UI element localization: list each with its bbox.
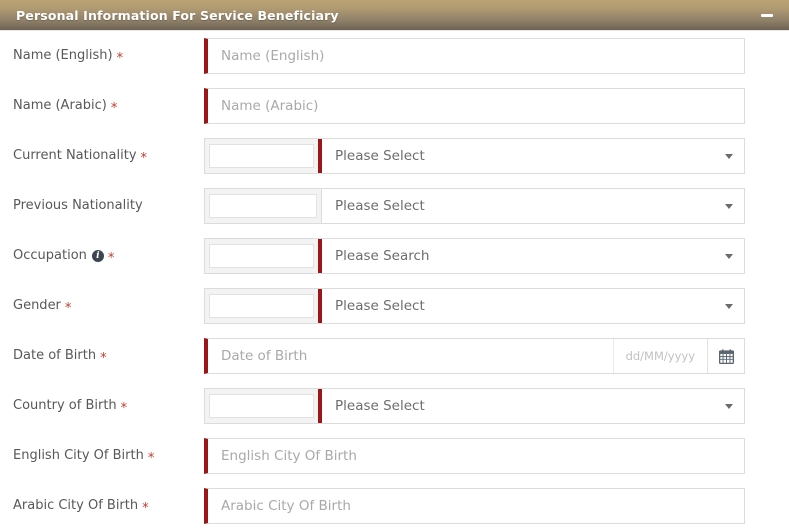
combo-current-nationality: Please Select	[204, 138, 745, 174]
page-title: Personal Information For Service Benefic…	[16, 7, 339, 23]
field-label-text: Previous Nationality	[13, 198, 143, 213]
select-current-nationality[interactable]: Please Select	[322, 139, 744, 173]
text-input-arabic-city-of-birth[interactable]: Arabic City Of Birth	[204, 488, 745, 524]
field-label-text: Country of Birth	[13, 398, 117, 413]
date-input-date-of-birth[interactable]: Date of Birth	[208, 339, 613, 373]
chevron-down-icon	[725, 303, 733, 309]
input-placeholder: English City Of Birth	[221, 448, 357, 464]
date-format-hint: dd/MM/yyyy	[612, 339, 707, 373]
select-occupation[interactable]: Please Search	[322, 239, 744, 273]
form-body: Name (English) * Name (English) Name (Arabi…	[0, 31, 789, 531]
text-input-english-city-of-birth[interactable]: English City Of Birth	[204, 438, 745, 474]
chevron-down-icon	[725, 253, 733, 259]
chevron-down-icon	[725, 403, 733, 409]
field-control-current-nationality: Please Select	[204, 138, 745, 174]
required-marker: *	[64, 300, 72, 316]
form-row: Arabic City Of Birth * Arabic City Of Birt…	[0, 481, 789, 531]
personal-information-panel: Personal Information For Service Benefic…	[0, 0, 789, 531]
select-country-of-birth[interactable]: Please Select	[322, 389, 744, 423]
form-row: Name (Arabic) * Name (Arabic)	[0, 81, 789, 131]
field-control-country-of-birth: Please Select	[204, 388, 745, 424]
field-control-arabic-city-of-birth: Arabic City Of Birth	[204, 488, 745, 524]
select-value: Please Select	[335, 148, 425, 164]
field-control-occupation: Please Search	[204, 238, 745, 274]
required-marker: *	[120, 400, 128, 416]
combo-prefix-current-nationality	[205, 139, 322, 173]
info-icon[interactable]: i	[91, 250, 104, 262]
text-input-name-arabic[interactable]: Name (Arabic)	[204, 88, 745, 124]
field-label-text: Gender	[13, 298, 61, 313]
select-previous-nationality[interactable]: Please Select	[322, 189, 744, 223]
required-marker: *	[142, 500, 149, 516]
field-label-text: Date of Birth	[13, 348, 97, 363]
form-row: Country of Birth * Please Select	[0, 381, 789, 431]
field-label-previous-nationality: Previous Nationality	[0, 198, 204, 214]
field-label-current-nationality: Current Nationality *	[0, 148, 204, 166]
required-marker: *	[147, 450, 155, 466]
field-control-date-of-birth: Date of Birth dd/MM/yyyy	[204, 338, 745, 374]
field-control-name-arabic: Name (Arabic)	[204, 88, 745, 124]
panel-header: Personal Information For Service Benefic…	[0, 0, 789, 31]
chevron-down-icon	[725, 203, 733, 209]
select-value: Please Search	[335, 248, 430, 264]
minimize-icon[interactable]	[759, 7, 775, 23]
combo-prefix-input-current-nationality[interactable]	[209, 144, 314, 168]
field-label-occupation: Occupation i *	[0, 248, 204, 266]
field-label-text: Current Nationality	[13, 148, 137, 163]
combo-prefix-input-occupation[interactable]	[209, 244, 314, 268]
field-label-text: Occupation	[13, 248, 87, 263]
combo-prefix-input-previous-nationality[interactable]	[209, 194, 317, 218]
required-marker: *	[107, 250, 115, 266]
input-placeholder: Arabic City Of Birth	[221, 498, 351, 514]
form-row: Date of Birth * Date of Birth dd/MM/yyyy	[0, 331, 789, 381]
select-value: Please Select	[335, 298, 425, 314]
field-label-text: English City Of Birth	[13, 448, 144, 463]
field-label-text: Name (Arabic)	[13, 98, 107, 113]
form-row: Occupation i * Please Search	[0, 231, 789, 281]
field-control-previous-nationality: Please Select	[204, 188, 745, 224]
required-marker: *	[110, 100, 118, 116]
combo-prefix-input-gender[interactable]	[209, 294, 314, 318]
field-label-arabic-city-of-birth: Arabic City Of Birth *	[0, 498, 204, 516]
combo-prefix-occupation	[205, 239, 322, 273]
select-value: Please Select	[335, 198, 425, 214]
select-value: Please Select	[335, 398, 425, 414]
calendar-icon[interactable]	[707, 339, 744, 373]
form-row: Name (English) * Name (English)	[0, 31, 789, 81]
field-label-english-city-of-birth: English City Of Birth *	[0, 448, 204, 466]
combo-country-of-birth: Please Select	[204, 388, 745, 424]
field-control-english-city-of-birth: English City Of Birth	[204, 438, 745, 474]
combo-gender: Please Select	[204, 288, 745, 324]
combo-prefix-country-of-birth	[205, 389, 322, 423]
field-control-gender: Please Select	[204, 288, 745, 324]
combo-previous-nationality: Please Select	[204, 188, 745, 224]
form-row: Previous Nationality Please Select	[0, 181, 789, 231]
field-control-name-english: Name (English)	[204, 38, 745, 74]
field-label-date-of-birth: Date of Birth *	[0, 348, 204, 366]
form-row: Gender * Please Select	[0, 281, 789, 331]
form-row: English City Of Birth * English City Of Bi…	[0, 431, 789, 481]
field-label-text: Arabic City Of Birth	[13, 498, 139, 513]
combo-prefix-input-country-of-birth[interactable]	[209, 394, 314, 418]
combo-occupation: Please Search	[204, 238, 745, 274]
field-label-name-english: Name (English) *	[0, 48, 204, 66]
field-label-gender: Gender *	[0, 298, 204, 316]
select-gender[interactable]: Please Select	[322, 289, 744, 323]
required-marker: *	[140, 150, 148, 166]
field-label-country-of-birth: Country of Birth *	[0, 398, 204, 416]
required-marker: *	[116, 50, 124, 66]
combo-prefix-gender	[205, 289, 322, 323]
input-placeholder: Date of Birth	[221, 348, 308, 364]
required-marker: *	[100, 350, 107, 366]
text-input-name-english[interactable]: Name (English)	[204, 38, 745, 74]
input-placeholder: Name (Arabic)	[221, 98, 319, 114]
input-placeholder: Name (English)	[221, 48, 325, 64]
field-label-name-arabic: Name (Arabic) *	[0, 98, 204, 116]
form-row: Current Nationality * Please Select	[0, 131, 789, 181]
chevron-down-icon	[725, 153, 733, 159]
combo-prefix-previous-nationality	[205, 189, 322, 223]
field-label-text: Name (English)	[13, 48, 113, 63]
date-field-date-of-birth: Date of Birth dd/MM/yyyy	[204, 338, 745, 374]
